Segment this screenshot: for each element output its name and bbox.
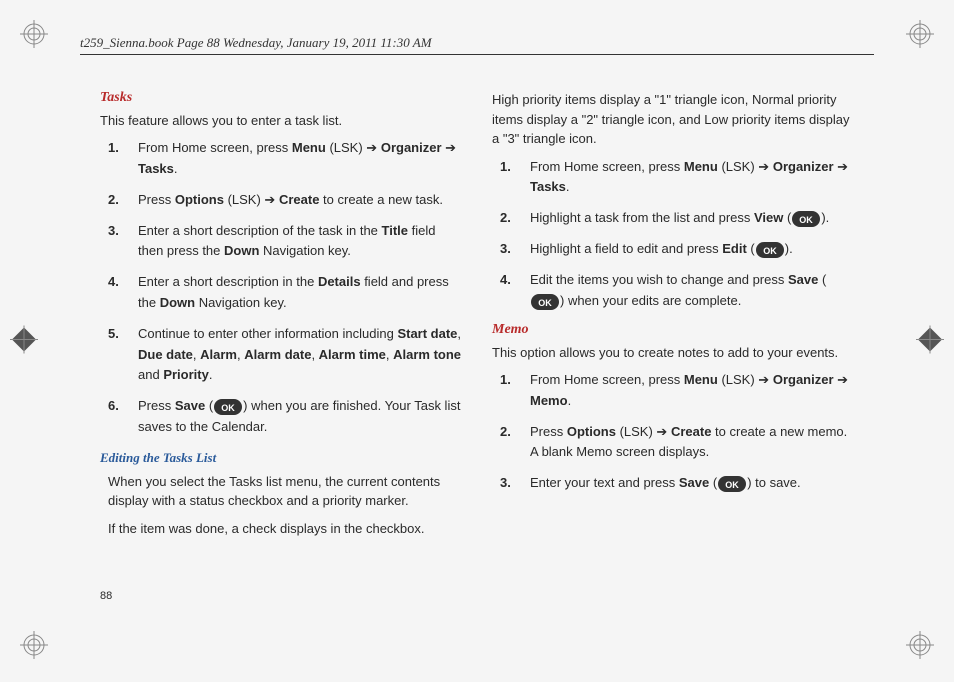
crop-mark-icon <box>906 20 934 51</box>
svg-text:OK: OK <box>763 246 777 256</box>
crop-mark-icon <box>906 631 934 662</box>
ok-button-icon: OK <box>214 396 242 417</box>
step-item: Press Options (LSK) ➔ Create to create a… <box>108 190 462 211</box>
editing-tasks-heading: Editing the Tasks List <box>100 450 462 466</box>
step-item: Highlight a task from the list and press… <box>500 208 854 229</box>
crop-mark-icon <box>10 326 38 357</box>
left-column: Tasks This feature allows you to enter a… <box>100 90 462 546</box>
tasks-heading: Tasks <box>100 90 462 106</box>
step-item: Highlight a field to edit and press Edit… <box>500 239 854 260</box>
editing-paragraph: If the item was done, a check displays i… <box>108 519 462 539</box>
crop-mark-icon <box>916 326 944 357</box>
step-item: Enter your text and press Save (OK) to s… <box>500 473 854 494</box>
step-item: From Home screen, press Menu (LSK) ➔ Org… <box>500 370 854 412</box>
ok-button-icon: OK <box>531 291 559 312</box>
ok-button-icon: OK <box>718 473 746 494</box>
document-header: t259_Sienna.book Page 88 Wednesday, Janu… <box>80 35 874 55</box>
memo-heading: Memo <box>492 322 854 338</box>
svg-text:OK: OK <box>725 480 739 490</box>
svg-text:OK: OK <box>538 298 552 308</box>
svg-text:OK: OK <box>221 403 235 413</box>
step-item: Enter a short description of the task in… <box>108 221 462 263</box>
memo-steps: From Home screen, press Menu (LSK) ➔ Org… <box>500 370 854 494</box>
page-number: 88 <box>100 590 112 602</box>
step-item: Edit the items you wish to change and pr… <box>500 270 854 312</box>
editing-paragraph: When you select the Tasks list menu, the… <box>108 472 462 511</box>
ok-button-icon: OK <box>792 208 820 229</box>
crop-mark-icon <box>20 20 48 51</box>
crop-mark-icon <box>20 631 48 662</box>
step-item: From Home screen, press Menu (LSK) ➔ Org… <box>108 138 462 180</box>
step-item: Enter a short description in the Details… <box>108 272 462 314</box>
svg-text:OK: OK <box>800 215 814 225</box>
step-item: From Home screen, press Menu (LSK) ➔ Org… <box>500 157 854 199</box>
tasks-intro: This feature allows you to enter a task … <box>100 112 462 130</box>
step-item: Press Save (OK) when you are finished. Y… <box>108 396 462 438</box>
right-column: High priority items display a "1" triang… <box>492 90 854 546</box>
step-item: Continue to enter other information incl… <box>108 324 462 386</box>
tasks-steps: From Home screen, press Menu (LSK) ➔ Org… <box>108 138 462 438</box>
priority-paragraph: High priority items display a "1" triang… <box>492 90 854 149</box>
edit-task-steps: From Home screen, press Menu (LSK) ➔ Org… <box>500 157 854 312</box>
page-content: Tasks This feature allows you to enter a… <box>100 90 854 546</box>
memo-intro: This option allows you to create notes t… <box>492 344 854 362</box>
step-item: Press Options (LSK) ➔ Create to create a… <box>500 422 854 464</box>
ok-button-icon: OK <box>756 239 784 260</box>
